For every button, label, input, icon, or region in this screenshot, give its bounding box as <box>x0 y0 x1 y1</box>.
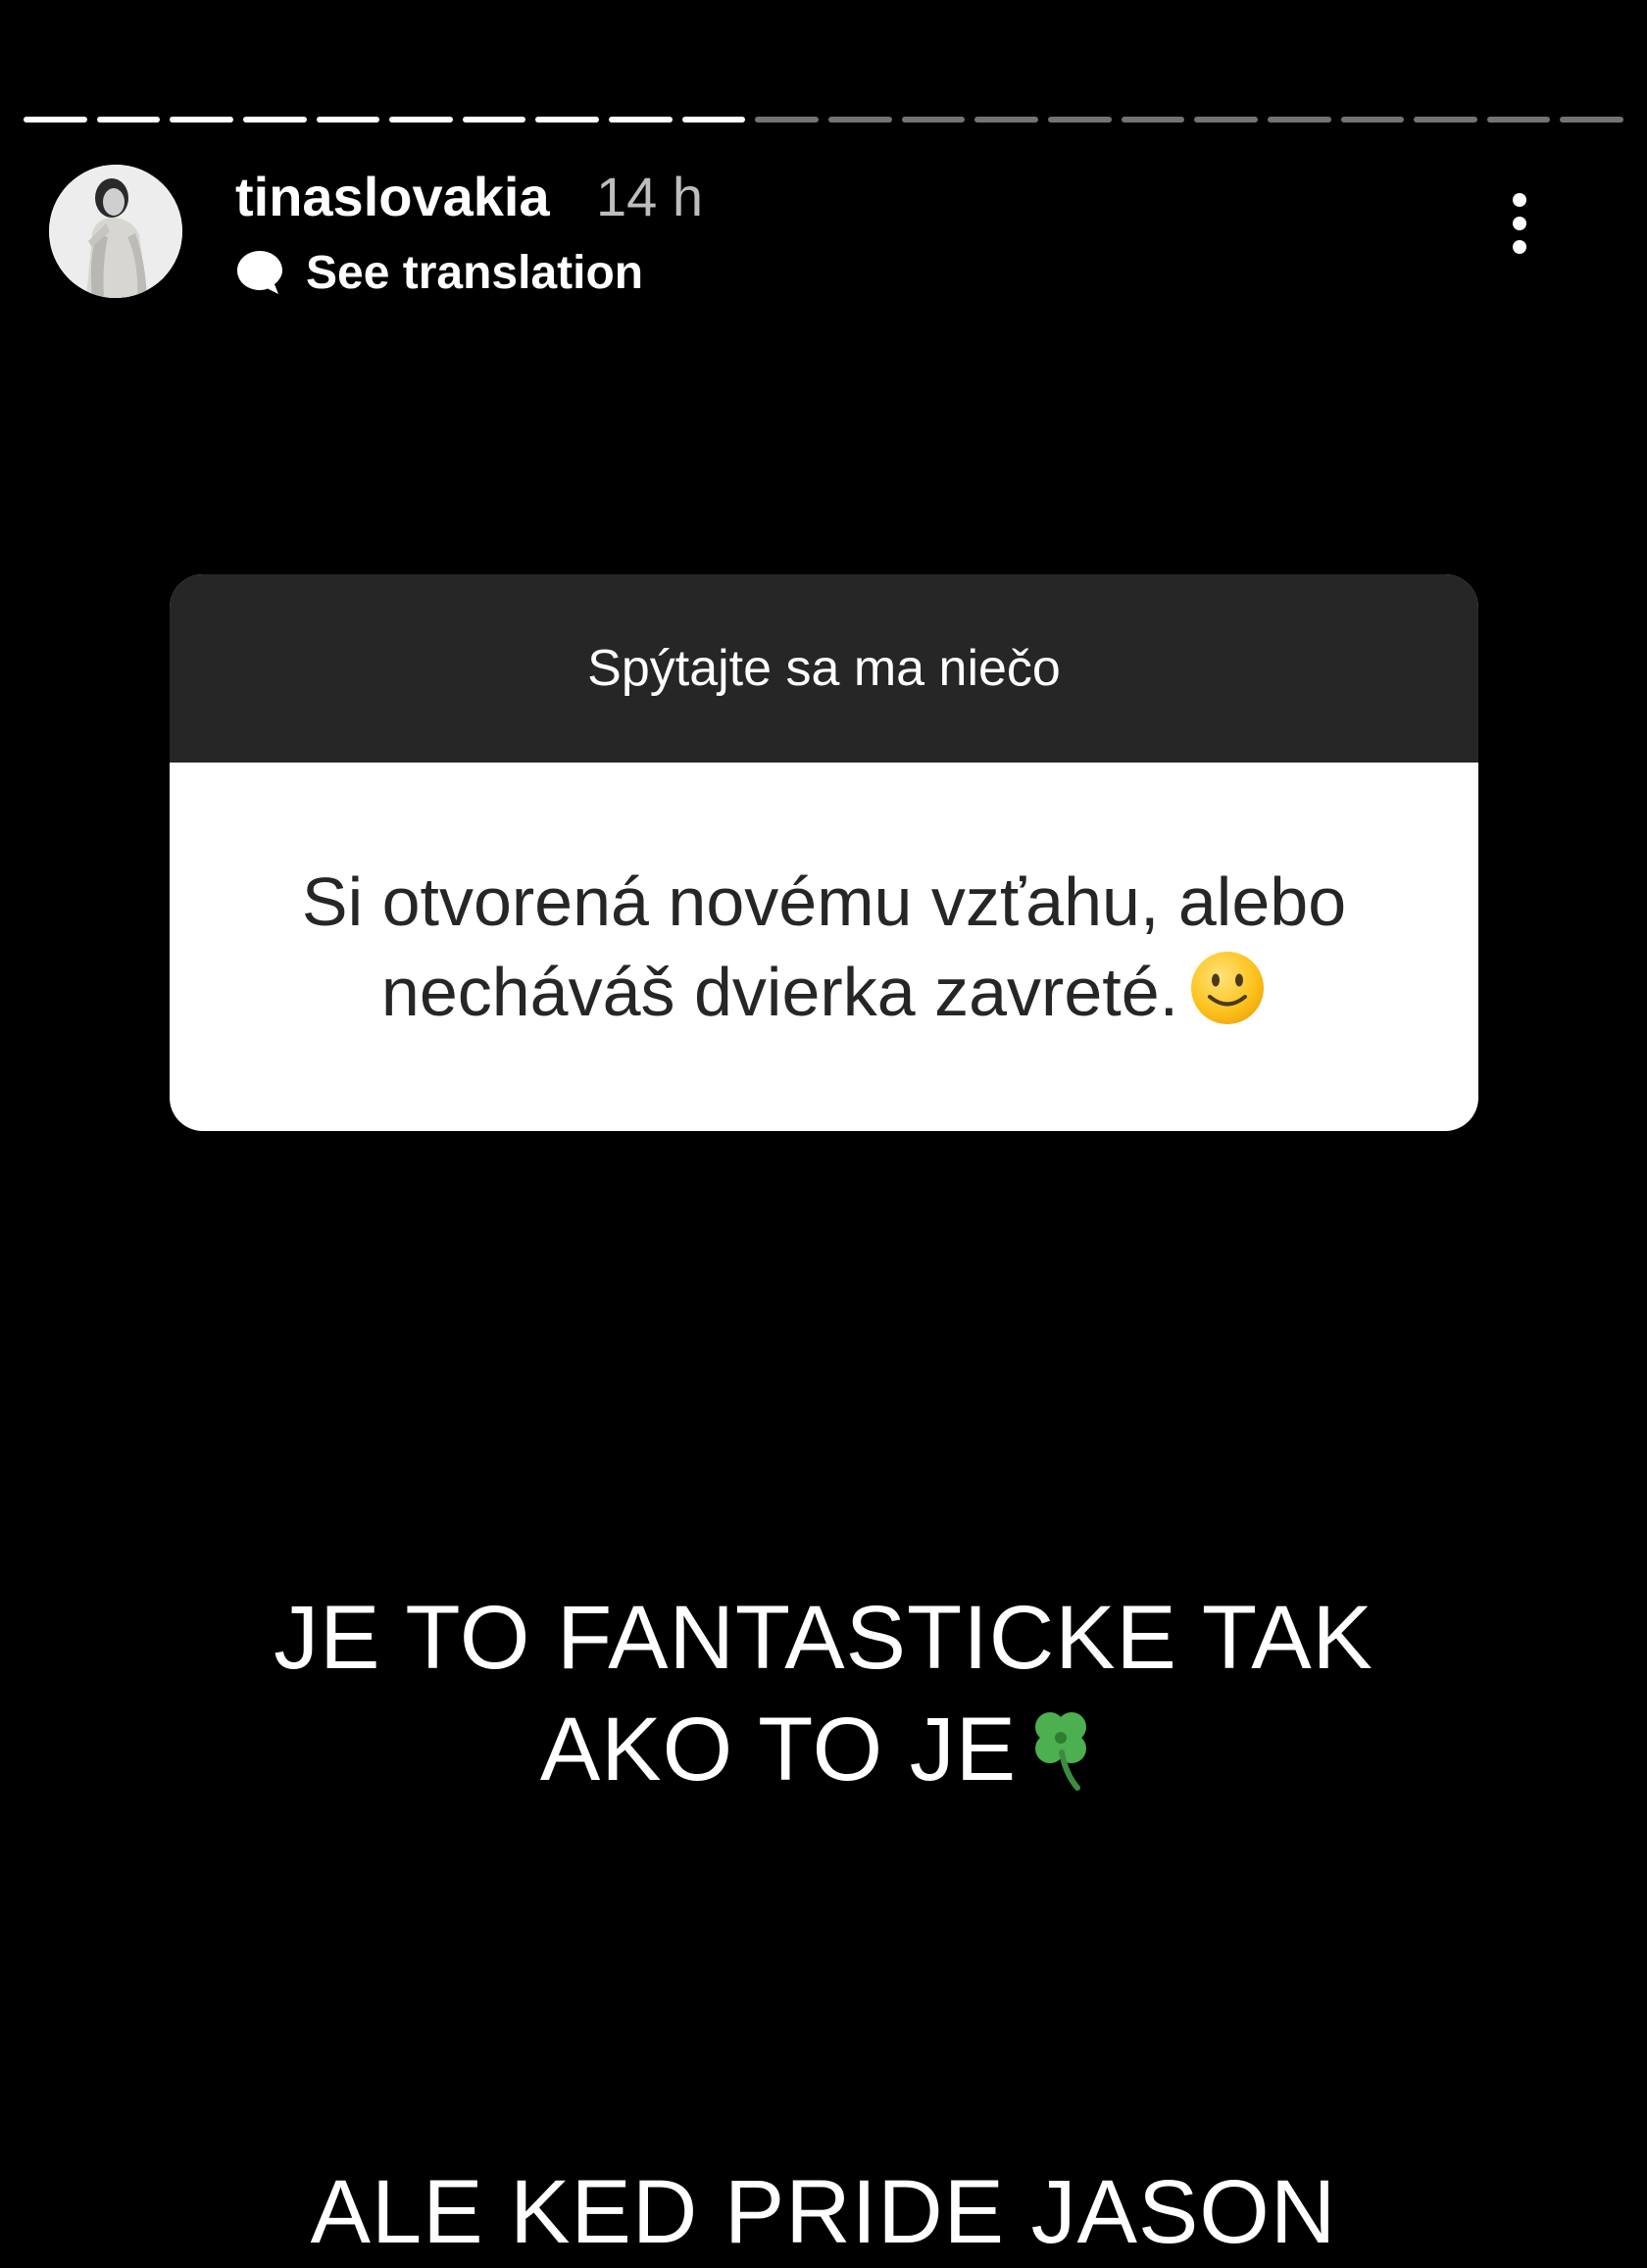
caption-line-2: AKO TO JE <box>539 1700 1018 1800</box>
question-sticker-title: Spýtajte sa ma niečo <box>587 640 1061 697</box>
story-progress-segment <box>755 117 820 123</box>
more-vertical-icon <box>1513 193 1526 254</box>
see-translation-label: See translation <box>306 246 644 299</box>
story-progress-segment <box>535 117 600 123</box>
story-progress-segment <box>1414 117 1477 123</box>
story-progress-segment <box>1047 117 1112 123</box>
caption-line-1: JE TO FANTASTICKE TAK <box>274 1588 1373 1688</box>
more-options-button[interactable] <box>1490 184 1549 263</box>
question-sticker-header: Spýtajte sa ma niečo <box>170 574 1478 763</box>
username[interactable]: tinaslovakia <box>235 165 550 229</box>
story-caption-2: ALE KED PRIDE JASON <box>0 2156 1647 2268</box>
story-progress-segment <box>1560 117 1624 123</box>
four-leaf-clover-icon <box>1035 1712 1087 1791</box>
story-progress-segment <box>389 117 453 123</box>
speech-bubble-icon <box>237 251 282 294</box>
post-time: 14 h <box>596 166 703 227</box>
story-progress-segment <box>1267 117 1331 123</box>
question-sticker[interactable]: Spýtajte sa ma niečo Si otvorená novému … <box>170 574 1478 1131</box>
question-text-block: Si otvorená novému vzťahu, alebo nechává… <box>228 857 1420 1037</box>
avatar-photo <box>49 165 182 298</box>
story-progress-segment <box>462 117 526 123</box>
story-header: tinaslovakia 14 h See translation <box>49 165 1598 302</box>
story-progress-segment <box>1121 117 1185 123</box>
avatar[interactable] <box>49 165 182 298</box>
story-progress-segment <box>96 117 161 123</box>
smiley-face-icon <box>1191 952 1265 1024</box>
see-translation-button[interactable]: See translation <box>235 243 643 302</box>
caption-line-3: ALE KED PRIDE JASON <box>310 2162 1337 2262</box>
story-progress-segment <box>974 117 1038 123</box>
story-progress-segment <box>609 117 673 123</box>
caption-line-2-wrap: AKO TO JE <box>0 1694 1647 1805</box>
story-progress-segment <box>681 117 746 123</box>
story-progress-segment <box>828 117 892 123</box>
story-progress-segment <box>1486 117 1551 123</box>
story-progress-segment <box>170 117 233 123</box>
story-progress-segment <box>24 117 87 123</box>
story-progress-segment <box>1340 117 1405 123</box>
story-caption: JE TO FANTASTICKE TAK AKO TO JE <box>0 1582 1647 1805</box>
question-sticker-body: Si otvorená novému vzťahu, alebo nechává… <box>170 763 1478 1131</box>
story-progress-segment <box>316 117 380 123</box>
story-progress-segment <box>1194 117 1258 123</box>
story-progress-segment <box>242 117 307 123</box>
story-progress-segment <box>901 117 966 123</box>
story-progress-bar <box>24 117 1624 124</box>
